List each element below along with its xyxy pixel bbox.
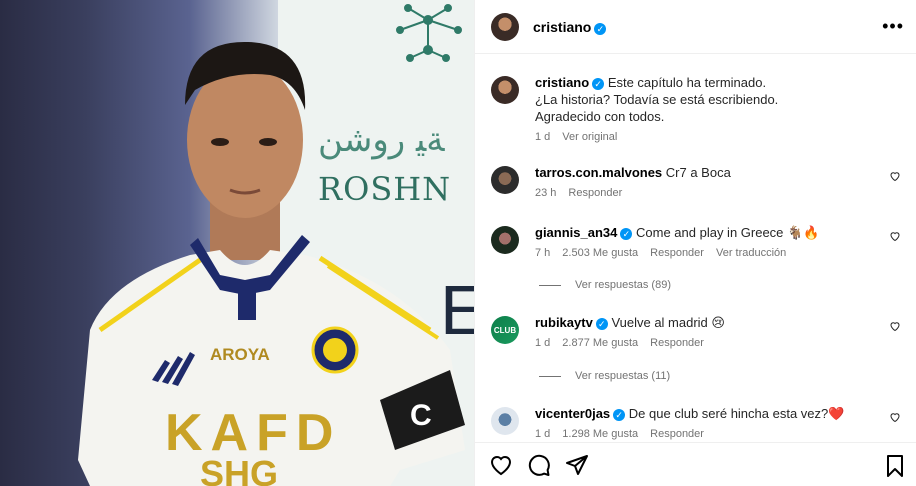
comment-likes[interactable]: 2.503 Me gusta xyxy=(562,247,638,259)
translate-link[interactable]: Ver traducción xyxy=(716,247,786,259)
caption-line: ¿La historia? Todavía se está escribiend… xyxy=(535,92,779,107)
commenter-avatar[interactable] xyxy=(491,407,519,435)
commenter-avatar[interactable] xyxy=(491,166,519,194)
like-heart-icon[interactable] xyxy=(889,320,901,332)
share-icon[interactable] xyxy=(565,453,589,477)
caption-line: Agradecido con todos. xyxy=(535,109,665,124)
comment-likes[interactable]: 1.298 Me gusta xyxy=(562,428,638,440)
caption-line: Este capítulo ha terminado. xyxy=(607,75,767,90)
shirt-brand-text: AROYA xyxy=(210,345,270,364)
heart-icon[interactable] xyxy=(489,453,513,477)
comment-likes[interactable]: 2.877 Me gusta xyxy=(562,337,638,349)
comment-item: vicenter0jas ✓ De que club seré hincha es… xyxy=(491,405,901,440)
comment-item: tarros.con.malvones Cr7 a Boca 23 h Resp… xyxy=(491,164,901,199)
like-heart-icon[interactable] xyxy=(889,411,901,423)
comment-time: 1 d xyxy=(535,337,551,349)
post-image[interactable]: ﺔﻴ روشن ROSHN E AROYA KAFD SHG C xyxy=(0,0,474,486)
like-heart-icon[interactable] xyxy=(889,170,901,182)
comment-time: 1 d xyxy=(535,428,551,440)
author-avatar[interactable] xyxy=(491,12,519,41)
verified-badge-icon: ✓ xyxy=(595,318,608,330)
commenter-username[interactable]: tarros.con.malvones xyxy=(535,165,662,180)
post-sidebar: cristiano ✓ ••• cristiano ✓ Este capítulo … xyxy=(474,0,916,486)
caption-username[interactable]: cristiano xyxy=(535,75,589,90)
verified-badge-icon: ✓ xyxy=(620,228,633,240)
view-replies-button[interactable]: Ver respuestas (89) xyxy=(539,279,671,291)
shirt-bottom-text: SHG xyxy=(200,453,278,486)
reply-button[interactable]: Responder xyxy=(650,247,704,259)
svg-text:C: C xyxy=(410,399,432,432)
comment-time: 23 h xyxy=(535,187,557,199)
like-heart-icon[interactable] xyxy=(889,230,901,242)
reply-button[interactable]: Responder xyxy=(650,428,704,440)
reply-button[interactable]: Responder xyxy=(568,187,622,199)
verified-badge-icon: ✓ xyxy=(594,22,607,35)
comment-item: CLUB rubikaytv ✓ Vuelve al madrid 😢 1 d 2… xyxy=(491,314,901,349)
caption: cristiano ✓ Este capítulo ha terminado. ¿… xyxy=(491,74,901,143)
comment-text: Come and play in Greece 🐐🔥 xyxy=(636,225,820,240)
view-replies-button[interactable]: Ver respuestas (11) xyxy=(539,370,670,382)
verified-badge-icon: ✓ xyxy=(592,78,605,90)
commenter-username[interactable]: rubikaytv xyxy=(535,315,593,330)
verified-badge-icon: ✓ xyxy=(613,409,626,421)
see-original-link[interactable]: Ver original xyxy=(562,131,617,143)
comments-list[interactable]: cristiano ✓ Este capítulo ha terminado. ¿… xyxy=(475,70,916,444)
comment-icon[interactable] xyxy=(527,453,551,477)
more-horizontal-icon[interactable]: ••• xyxy=(882,16,904,37)
bookmark-icon[interactable] xyxy=(883,454,907,478)
caption-avatar[interactable] xyxy=(491,76,519,104)
reply-button[interactable]: Responder xyxy=(650,337,704,349)
commenter-username[interactable]: vicenter0jas xyxy=(535,406,610,421)
comment-text: Cr7 a Boca xyxy=(665,165,731,180)
comment-item: giannis_an34 ✓ Come and play in Greece 🐐🔥… xyxy=(491,224,901,259)
commenter-username[interactable]: giannis_an34 xyxy=(535,225,617,240)
post-header: cristiano ✓ ••• xyxy=(475,0,916,54)
author-username[interactable]: cristiano ✓ xyxy=(533,19,607,35)
commenter-avatar[interactable]: CLUB xyxy=(491,316,519,344)
caption-time: 1 d xyxy=(535,131,551,143)
player-figure: AROYA KAFD SHG C xyxy=(70,30,470,486)
comment-text: De que club seré hincha esta vez?❤️ xyxy=(628,406,845,421)
comment-time: 7 h xyxy=(535,247,551,259)
post-actions-bar xyxy=(475,442,916,486)
commenter-avatar[interactable] xyxy=(491,226,519,254)
comment-text: Vuelve al madrid 😢 xyxy=(611,315,725,330)
